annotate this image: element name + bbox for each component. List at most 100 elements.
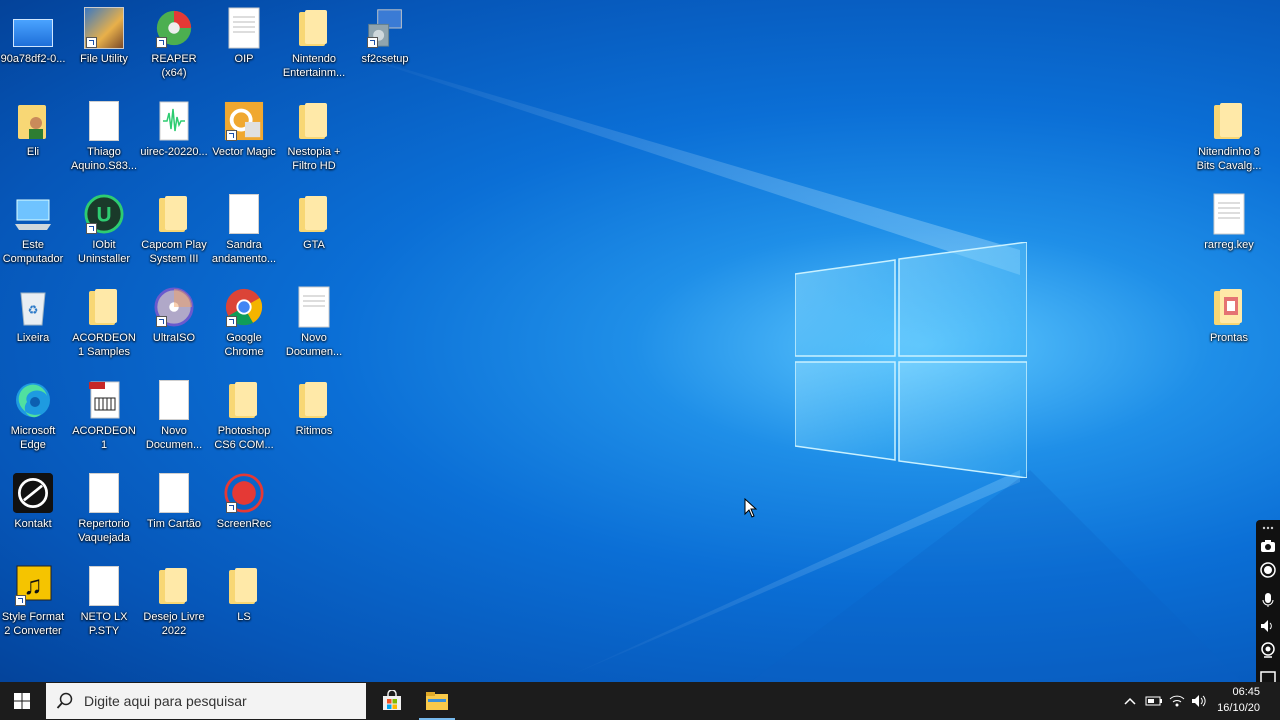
desktop-icon-photoshop-cs6[interactable]: Photoshop CS6 COM... xyxy=(209,378,279,452)
windows-start-icon xyxy=(14,693,30,709)
taskbar-file-explorer-button[interactable] xyxy=(415,682,459,720)
desktop-icon-desejo-livre[interactable]: Desejo Livre 2022 xyxy=(139,564,209,638)
folder-icon xyxy=(154,564,194,608)
file-utility-icon xyxy=(84,6,124,50)
webcam-icon[interactable] xyxy=(1258,640,1278,660)
windows-logo-wallpaper xyxy=(795,242,1027,478)
record-button-icon[interactable] xyxy=(1258,560,1278,580)
desktop-icon-acordeon-samples[interactable]: ACORDEON 1 Samples xyxy=(69,285,139,359)
desktop-icon-rarreg[interactable]: rarreg.key xyxy=(1194,192,1264,252)
desktop-icon-microsoft-edge[interactable]: Microsoft Edge xyxy=(0,378,68,452)
taskbar-store-button[interactable] xyxy=(370,682,414,720)
camera-icon[interactable] xyxy=(1258,536,1278,556)
desktop-icon-sandra-andamento[interactable]: Sandra andamento... xyxy=(209,192,279,266)
desktop-icon-prontas[interactable]: Prontas xyxy=(1194,285,1264,345)
volume-button[interactable] xyxy=(1188,682,1210,720)
desktop-icon-style-format-converter[interactable]: ♫ Style Format 2 Converter xyxy=(0,564,68,638)
start-button[interactable] xyxy=(0,682,44,720)
folder-icon xyxy=(224,378,264,422)
desktop-icon-nestopia[interactable]: Nestopia + Filtro HD xyxy=(279,99,349,173)
vector-magic-icon xyxy=(224,99,264,143)
desktop-icon-eli[interactable]: Eli xyxy=(0,99,68,159)
blank-document-icon xyxy=(224,192,264,236)
desktop-icon-novo-documento-2[interactable]: Novo Documen... xyxy=(279,285,349,359)
desktop-icon-nitendinho[interactable]: Nitendinho 8 Bits Cavalg... xyxy=(1194,99,1264,173)
microphone-icon[interactable] xyxy=(1258,590,1278,610)
store-icon xyxy=(383,690,401,710)
desktop-icon-reaper[interactable]: REAPER (x64) xyxy=(139,6,209,80)
shortcut-arrow-icon xyxy=(226,502,237,513)
svg-text:U: U xyxy=(96,204,111,227)
speaker-icon[interactable] xyxy=(1258,616,1278,636)
desktop-icon-uirec[interactable]: uirec-20220... xyxy=(139,99,209,159)
show-hidden-icons-button[interactable] xyxy=(1120,682,1140,720)
iobit-icon: U xyxy=(84,192,124,236)
file-explorer-icon xyxy=(426,692,448,710)
blank-document-icon xyxy=(84,564,124,608)
desktop-icon-kontakt[interactable]: Kontakt xyxy=(0,471,68,531)
desktop-icon-screenrec[interactable]: ScreenRec xyxy=(209,471,279,531)
text-document-icon xyxy=(84,471,124,515)
desktop-icon-image-file[interactable]: 90a78df2-0... xyxy=(0,6,68,66)
desktop-icon-thiago-aquino[interactable]: Thiago Aquino.S83... xyxy=(69,99,139,173)
text-document-icon xyxy=(1209,192,1249,236)
taskbar-search-box[interactable]: Digite aqui para pesquisar xyxy=(46,683,366,719)
volume-icon xyxy=(1192,695,1206,707)
folder-icon xyxy=(294,6,334,50)
folder-icon xyxy=(294,99,334,143)
desktop-icon-repertorio-vaquejada[interactable]: Repertorio Vaquejada xyxy=(69,471,139,545)
text-document-icon xyxy=(154,471,194,515)
chrome-icon xyxy=(224,285,264,329)
folder-icon xyxy=(154,192,194,236)
desktop-icon-lixeira[interactable]: ♻ Lixeira xyxy=(0,285,68,345)
shortcut-arrow-icon xyxy=(86,223,97,234)
shortcut-arrow-icon xyxy=(226,130,237,141)
desktop-icon-gta[interactable]: GTA xyxy=(279,192,349,252)
blank-document-icon xyxy=(84,99,124,143)
disc-icon xyxy=(154,285,194,329)
desktop-icon-nintendo-entertainment[interactable]: Nintendo Entertainm... xyxy=(279,6,349,80)
desktop-icon-novo-documento-1[interactable]: Novo Documen... xyxy=(139,378,209,452)
text-document-icon xyxy=(154,378,194,422)
desktop-icon-este-computador[interactable]: Este Computador xyxy=(0,192,68,266)
shortcut-arrow-icon xyxy=(156,316,167,327)
desktop-icon-iobit-uninstaller[interactable]: U IObit Uninstaller xyxy=(69,192,139,266)
svg-text:♫: ♫ xyxy=(23,570,43,600)
recycle-bin-icon: ♻ xyxy=(13,285,53,329)
search-placeholder: Digite aqui para pesquisar xyxy=(84,693,247,709)
shortcut-arrow-icon xyxy=(226,316,237,327)
desktop-icon-tim-cartao[interactable]: Tim Cartão xyxy=(139,471,209,531)
battery-icon xyxy=(1145,696,1162,706)
piano-document-icon xyxy=(84,378,124,422)
desktop-icon-file-utility[interactable]: File Utility xyxy=(69,6,139,66)
desktop-icon-oip[interactable]: OIP xyxy=(209,6,279,66)
taskbar-clock[interactable]: 06:45 16/10/20 xyxy=(1208,684,1260,716)
desktop-icon-capcom-play[interactable]: Capcom Play System III xyxy=(139,192,209,266)
record-icon xyxy=(224,471,264,515)
installer-icon xyxy=(365,6,405,50)
desktop-icon-sf2csetup[interactable]: sf2csetup xyxy=(350,6,420,66)
desktop-icon-google-chrome[interactable]: Google Chrome xyxy=(209,285,279,359)
desktop-icon-vector-magic[interactable]: Vector Magic xyxy=(209,99,279,159)
mouse-cursor-icon xyxy=(744,498,758,518)
clock-time: 06:45 xyxy=(1232,686,1260,698)
folder-icon xyxy=(224,564,264,608)
desktop-icon-ritimos[interactable]: Ritimos xyxy=(279,378,349,438)
desktop-icon-neto-lx[interactable]: NETO LX P.STY xyxy=(69,564,139,638)
shortcut-arrow-icon xyxy=(367,37,378,48)
computer-icon xyxy=(13,192,53,236)
recorder-menu-icon[interactable] xyxy=(1258,522,1278,534)
desktop-icon-ultraiso[interactable]: UltraISO xyxy=(139,285,209,345)
kontakt-icon xyxy=(13,471,53,515)
desktop-icon-ls[interactable]: LS xyxy=(209,564,279,624)
battery-button[interactable] xyxy=(1143,682,1165,720)
desktop-icon-acordeon-1[interactable]: ACORDEON 1 xyxy=(69,378,139,452)
shortcut-arrow-icon xyxy=(15,595,26,606)
wifi-button[interactable] xyxy=(1166,682,1188,720)
clock-date: 16/10/20 xyxy=(1217,702,1260,714)
folder-icon xyxy=(84,285,124,329)
shortcut-arrow-icon xyxy=(156,37,167,48)
svg-text:♻: ♻ xyxy=(28,303,39,317)
user-folder-icon xyxy=(13,99,53,143)
image-file-icon xyxy=(13,6,53,50)
